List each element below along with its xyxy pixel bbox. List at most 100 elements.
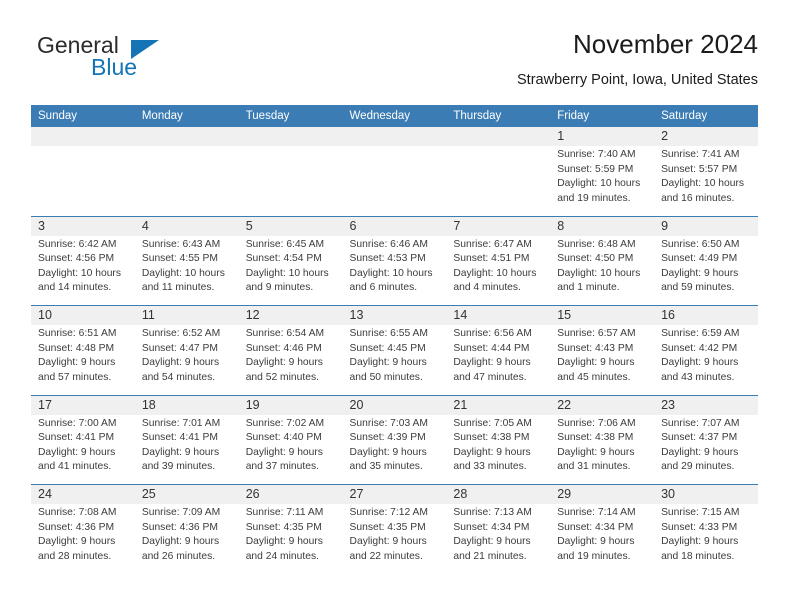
day-number[interactable]: 12 <box>238 305 343 325</box>
week-daynumber-row: 3456789 <box>31 216 758 236</box>
sunset-text: Sunset: 4:35 PM <box>349 521 426 533</box>
day-number[interactable]: 11 <box>134 305 239 325</box>
day-number[interactable]: 8 <box>550 216 655 236</box>
day-cell[interactable]: Sunrise: 7:06 AM Sunset: 4:38 PM Daylight:… <box>550 414 655 485</box>
logo-text-blue: Blue <box>91 54 138 80</box>
day-number[interactable]: 6 <box>342 216 447 236</box>
day-number[interactable]: 22 <box>550 395 655 415</box>
day-number[interactable]: 17 <box>31 395 135 415</box>
daylight-text-line1: Daylight: 10 hours <box>557 178 641 190</box>
day-number[interactable]: 29 <box>550 484 655 504</box>
day-cell[interactable]: Sunrise: 6:52 AM Sunset: 4:47 PM Daylight:… <box>134 325 239 396</box>
day-number[interactable]: 10 <box>31 305 135 325</box>
sunset-text: Sunset: 4:41 PM <box>141 432 218 444</box>
sunset-text: Sunset: 4:47 PM <box>141 342 218 354</box>
sunrise-text: Sunrise: 6:42 AM <box>38 238 117 250</box>
day-number[interactable]: 26 <box>238 484 343 504</box>
day-cell[interactable]: Sunrise: 7:15 AM Sunset: 4:33 PM Daylight:… <box>654 504 758 574</box>
day-cell[interactable]: Sunrise: 7:07 AM Sunset: 4:37 PM Daylight:… <box>654 414 758 485</box>
day-cell[interactable]: Sunrise: 7:01 AM Sunset: 4:41 PM Daylight:… <box>134 414 239 485</box>
day-number[interactable]: 30 <box>654 484 758 504</box>
daylight-text-line1: Daylight: 9 hours <box>141 536 220 548</box>
sunset-text: Sunset: 4:55 PM <box>141 253 218 265</box>
day-cell[interactable]: Sunrise: 7:14 AM Sunset: 4:34 PM Daylight:… <box>550 504 655 574</box>
day-number[interactable]: 2 <box>654 127 758 146</box>
day-number[interactable]: 21 <box>446 395 551 415</box>
day-number[interactable]: 15 <box>550 305 655 325</box>
sunset-text: Sunset: 4:37 PM <box>661 432 738 444</box>
day-cell[interactable]: Sunrise: 6:56 AM Sunset: 4:44 PM Daylight:… <box>446 325 551 396</box>
day-cell[interactable]: Sunrise: 6:57 AM Sunset: 4:43 PM Daylight:… <box>550 325 655 396</box>
sunrise-text: Sunrise: 7:00 AM <box>38 417 117 429</box>
daylight-text-line2: and 19 minutes. <box>557 550 631 562</box>
sunrise-text: Sunrise: 6:46 AM <box>349 238 428 250</box>
daylight-text-line2: and 57 minutes. <box>38 371 112 383</box>
weekday-header-saturday: Saturday <box>654 105 758 127</box>
day-cell[interactable]: Sunrise: 7:03 AM Sunset: 4:39 PM Daylight:… <box>342 414 447 485</box>
day-number[interactable]: 27 <box>342 484 447 504</box>
day-number[interactable]: 16 <box>654 305 758 325</box>
sunset-text: Sunset: 4:53 PM <box>349 253 426 265</box>
day-cell[interactable]: Sunrise: 6:46 AM Sunset: 4:53 PM Daylight:… <box>342 235 447 306</box>
daylight-text-line2: and 19 minutes. <box>557 192 631 204</box>
daylight-text-line1: Daylight: 9 hours <box>453 446 531 458</box>
day-cell[interactable]: Sunrise: 6:59 AM Sunset: 4:42 PM Daylight:… <box>654 325 758 396</box>
day-number[interactable]: 28 <box>446 484 551 504</box>
day-number[interactable]: 25 <box>134 484 239 504</box>
daylight-text-line2: and 54 minutes. <box>141 371 216 383</box>
sunset-text: Sunset: 4:45 PM <box>349 342 426 354</box>
day-cell[interactable]: Sunrise: 6:48 AM Sunset: 4:50 PM Daylight:… <box>550 235 655 306</box>
day-cell[interactable]: Sunrise: 6:47 AM Sunset: 4:51 PM Daylight:… <box>446 235 551 306</box>
day-number[interactable]: 24 <box>31 484 135 504</box>
daylight-text-line1: Daylight: 9 hours <box>557 357 635 369</box>
day-cell[interactable]: Sunrise: 6:51 AM Sunset: 4:48 PM Daylight:… <box>31 325 135 396</box>
day-cell[interactable]: Sunrise: 7:09 AM Sunset: 4:36 PM Daylight:… <box>134 504 239 574</box>
day-number[interactable]: 13 <box>342 305 447 325</box>
day-number[interactable]: 9 <box>654 216 758 236</box>
day-cell[interactable]: Sunrise: 7:40 AM Sunset: 5:59 PM Daylight:… <box>550 146 655 217</box>
day-number[interactable]: 1 <box>550 127 655 146</box>
week-info-row: Sunrise: 6:42 AM Sunset: 4:56 PM Daylight:… <box>31 235 758 306</box>
daylight-text-line1: Daylight: 9 hours <box>661 357 739 369</box>
calendar-header-row: Sunday Monday Tuesday Wednesday Thursday… <box>31 105 758 127</box>
day-cell[interactable]: Sunrise: 6:45 AM Sunset: 4:54 PM Daylight:… <box>238 235 343 306</box>
day-number[interactable]: 19 <box>238 395 343 415</box>
day-cell[interactable]: Sunrise: 6:42 AM Sunset: 4:56 PM Daylight:… <box>31 235 135 306</box>
day-cell[interactable]: Sunrise: 7:08 AM Sunset: 4:36 PM Daylight:… <box>31 504 135 574</box>
day-cell[interactable]: Sunrise: 6:43 AM Sunset: 4:55 PM Daylight:… <box>134 235 239 306</box>
sunrise-text: Sunrise: 7:07 AM <box>661 417 740 429</box>
day-number[interactable]: 14 <box>446 305 551 325</box>
daylight-text-line2: and 43 minutes. <box>661 371 735 383</box>
sunset-text: Sunset: 4:44 PM <box>453 342 530 354</box>
day-cell[interactable]: Sunrise: 7:41 AM Sunset: 5:57 PM Daylight:… <box>654 146 758 217</box>
sunset-text: Sunset: 4:42 PM <box>661 342 738 354</box>
sunset-text: Sunset: 4:36 PM <box>141 521 218 533</box>
sunrise-text: Sunrise: 7:41 AM <box>661 149 740 160</box>
day-cell[interactable]: Sunrise: 7:11 AM Sunset: 4:35 PM Daylight:… <box>238 504 343 574</box>
day-number[interactable]: 5 <box>238 216 343 236</box>
day-number[interactable]: 4 <box>134 216 239 236</box>
day-cell[interactable]: Sunrise: 7:13 AM Sunset: 4:34 PM Daylight:… <box>446 504 551 574</box>
day-number[interactable]: 18 <box>134 395 239 415</box>
daylight-text-line1: Daylight: 9 hours <box>557 536 635 548</box>
calendar-body: 1 2 Sunrise: 7:40 AM Sunset: 5:59 PM Dayligh… <box>31 127 758 574</box>
day-cell[interactable]: Sunrise: 7:05 AM Sunset: 4:38 PM Daylight:… <box>446 414 551 485</box>
day-cell[interactable]: Sunrise: 7:00 AM Sunset: 4:41 PM Daylight:… <box>31 414 135 485</box>
day-number[interactable]: 20 <box>342 395 447 415</box>
day-cell[interactable]: Sunrise: 7:02 AM Sunset: 4:40 PM Daylight:… <box>238 414 343 485</box>
daylight-text-line1: Daylight: 10 hours <box>38 267 121 279</box>
daylight-text-line2: and 52 minutes. <box>245 371 319 383</box>
sunset-text: Sunset: 4:49 PM <box>661 253 738 265</box>
day-number[interactable]: 23 <box>654 395 758 415</box>
day-cell[interactable]: Sunrise: 6:54 AM Sunset: 4:46 PM Daylight:… <box>238 325 343 396</box>
day-cell[interactable]: Sunrise: 7:12 AM Sunset: 4:35 PM Daylight:… <box>342 504 447 574</box>
sunset-text: Sunset: 5:57 PM <box>661 163 738 175</box>
day-cell[interactable]: Sunrise: 6:50 AM Sunset: 4:49 PM Daylight:… <box>654 235 758 306</box>
day-cell[interactable]: Sunrise: 6:55 AM Sunset: 4:45 PM Daylight:… <box>342 325 447 396</box>
day-cell-empty <box>31 146 135 217</box>
day-number[interactable]: 7 <box>446 216 551 236</box>
sunset-text: Sunset: 4:40 PM <box>245 432 322 444</box>
daylight-text-line2: and 16 minutes. <box>661 192 735 204</box>
sunset-text: Sunset: 4:36 PM <box>38 521 115 533</box>
day-number[interactable]: 3 <box>31 216 135 236</box>
